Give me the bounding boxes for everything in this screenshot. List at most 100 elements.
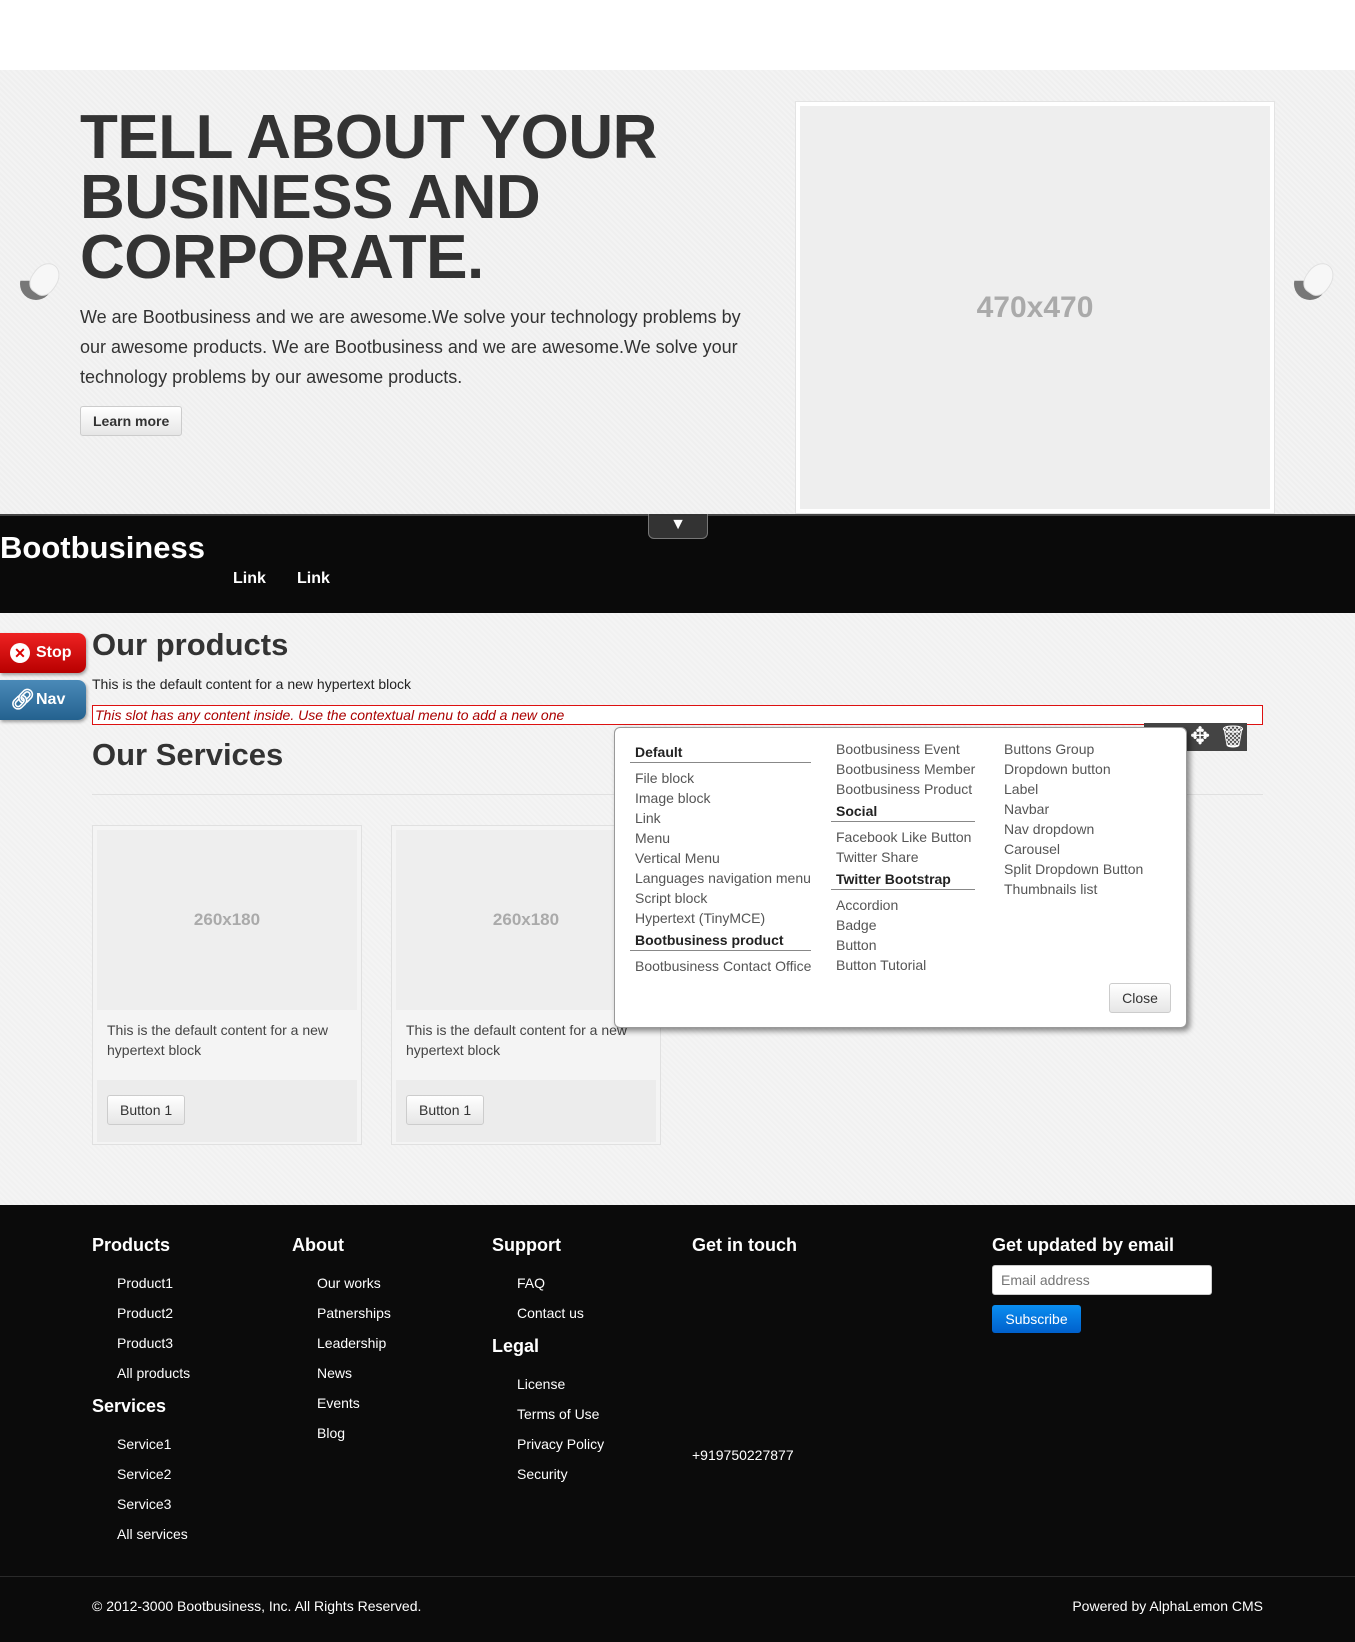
footer-link[interactable]: Service1 — [92, 1429, 190, 1459]
nav-label: Nav — [36, 691, 66, 708]
menu-item[interactable]: Twitter Share — [831, 847, 975, 867]
navbar-toggle-icon[interactable]: ▼ — [648, 514, 708, 539]
footer-heading: Services — [92, 1396, 167, 1416]
subscribe-button[interactable]: Subscribe — [992, 1305, 1081, 1333]
card-button[interactable]: Button 1 — [406, 1095, 485, 1125]
footer-link[interactable]: Product2 — [92, 1298, 190, 1328]
menu-item[interactable]: Bootbusiness Event — [831, 739, 975, 759]
footer-heading: Legal — [492, 1336, 540, 1356]
footer-link[interactable]: FAQ — [492, 1268, 604, 1298]
move-icon[interactable]: ✥ — [1187, 724, 1213, 750]
services-heading: Our Services — [92, 737, 284, 772]
nav-button[interactable]: 🔗︎ Nav — [0, 680, 86, 720]
menu-item[interactable]: Accordion — [831, 895, 975, 915]
menu-item[interactable]: Hypertext (TinyMCE) — [630, 908, 811, 928]
copyright: © 2012-3000 Bootbusiness, Inc. All Right… — [92, 1598, 422, 1614]
menu-item[interactable]: Dropdown button — [999, 759, 1143, 779]
card-footer: Button 1 — [396, 1080, 656, 1142]
contact-phone: +919750227877 — [692, 1447, 794, 1463]
learn-more-button[interactable]: Learn more — [80, 406, 183, 436]
menu-item[interactable]: Button — [831, 935, 975, 955]
menu-item[interactable]: File block — [630, 768, 811, 788]
footer-link[interactable]: Leadership — [292, 1328, 391, 1358]
footer-heading: Get in touch — [692, 1235, 797, 1255]
menu-item[interactable]: Button Tutorial — [831, 955, 975, 975]
menu-column-3: Buttons Group Dropdown button Label Navb… — [999, 739, 1143, 899]
hero-text: We are Bootbusiness and we are awesome.W… — [80, 307, 741, 387]
menu-item[interactable]: Bootbusiness Product — [831, 779, 975, 799]
close-button[interactable]: Close — [1109, 983, 1171, 1013]
menu-section-header: Twitter Bootstrap — [831, 871, 976, 890]
footer-link[interactable]: Blog — [292, 1418, 391, 1448]
hero-image-placeholder: 470x470 — [800, 106, 1270, 509]
footer-link[interactable]: Service2 — [92, 1459, 190, 1489]
footer: Products Product1 Product2 Product3 All … — [0, 1205, 1355, 1642]
card-text: This is the default content for a new hy… — [107, 1022, 329, 1058]
footer-link[interactable]: Security — [492, 1459, 604, 1489]
footer-divider — [0, 1576, 1355, 1577]
menu-section-header: Bootbusiness product — [630, 932, 812, 951]
stop-button[interactable]: ✕ Stop — [0, 633, 86, 673]
footer-link[interactable]: Contact us — [492, 1298, 604, 1328]
footer-link[interactable]: Events — [292, 1388, 391, 1418]
menu-item[interactable]: Link — [630, 808, 811, 828]
menu-item[interactable]: Label — [999, 779, 1143, 799]
menu-column-1: Default File block Image block Link Menu… — [630, 744, 812, 976]
menu-item[interactable]: Facebook Like Button — [831, 827, 975, 847]
footer-link[interactable]: Product1 — [92, 1268, 190, 1298]
menu-section-header: Social — [831, 803, 976, 822]
menu-item[interactable]: Menu — [630, 828, 811, 848]
menu-item[interactable]: Thumbnails list — [999, 879, 1143, 899]
powered-by[interactable]: Powered by AlphaLemon CMS — [1072, 1598, 1263, 1614]
trash-icon[interactable]: 🗑︎ — [1219, 724, 1247, 750]
menu-item[interactable]: Script block — [630, 888, 811, 908]
menu-item[interactable]: Nav dropdown — [999, 819, 1143, 839]
footer-products: Products Product1 Product2 Product3 All … — [92, 1235, 190, 1549]
footer-link[interactable]: License — [492, 1369, 604, 1399]
footer-link[interactable]: All services — [92, 1519, 190, 1549]
nav-link-2[interactable]: Link — [297, 570, 330, 588]
products-heading: Our products — [92, 627, 289, 662]
footer-link[interactable]: News — [292, 1358, 391, 1388]
menu-item[interactable]: Image block — [630, 788, 811, 808]
hero-image: 470x470 — [795, 101, 1275, 514]
close-circle-icon: ✕ — [10, 643, 30, 663]
menu-column-2: Bootbusiness Event Bootbusiness Member B… — [831, 739, 976, 975]
footer-link[interactable]: Privacy Policy — [492, 1429, 604, 1459]
service-card: 260x180 This is the default content for … — [92, 825, 362, 1145]
menu-item[interactable]: Bootbusiness Contact Office — [630, 956, 811, 976]
menu-item[interactable]: Bootbusiness Member — [831, 759, 975, 779]
footer-heading: Support — [492, 1235, 561, 1255]
add-block-menu: Default File block Image block Link Menu… — [614, 727, 1187, 1028]
carousel-prev-icon[interactable] — [18, 257, 66, 306]
footer-heading: About — [292, 1235, 344, 1255]
menu-item[interactable]: Badge — [831, 915, 975, 935]
nav-link-1[interactable]: Link — [233, 570, 266, 588]
menu-item[interactable]: Navbar — [999, 799, 1143, 819]
link-icon: 🔗︎ — [10, 689, 36, 711]
menu-item[interactable]: Buttons Group — [999, 739, 1143, 759]
hero-title: TELL ABOUT YOUR BUSINESS AND CORPORATE. — [80, 103, 657, 292]
footer-link[interactable]: Service3 — [92, 1489, 190, 1519]
footer-link[interactable]: Our works — [292, 1268, 391, 1298]
footer-heading: Get updated by email — [992, 1235, 1175, 1255]
footer-link[interactable]: Patnerships — [292, 1298, 391, 1328]
card-button[interactable]: Button 1 — [107, 1095, 186, 1125]
menu-item[interactable]: Split Dropdown Button — [999, 859, 1143, 879]
brand-logo[interactable]: Bootbusiness — [0, 530, 205, 566]
empty-slot-warning[interactable]: This slot has any content inside. Use th… — [92, 705, 1263, 725]
footer-link[interactable]: Product3 — [92, 1328, 190, 1358]
carousel-next-icon[interactable] — [1292, 257, 1340, 306]
menu-item[interactable]: Carousel — [999, 839, 1143, 859]
email-field[interactable] — [992, 1265, 1212, 1295]
products-text: This is the default content for a new hy… — [92, 676, 412, 692]
footer-link[interactable]: All products — [92, 1358, 190, 1388]
stop-label: Stop — [36, 644, 72, 661]
footer-link[interactable]: Terms of Use — [492, 1399, 604, 1429]
footer-heading: Products — [92, 1235, 171, 1255]
card-image-placeholder: 260x180 — [97, 830, 357, 1010]
menu-item[interactable]: Languages navigation menu — [630, 868, 811, 888]
menu-item[interactable]: Vertical Menu — [630, 848, 811, 868]
hero-carousel: TELL ABOUT YOUR BUSINESS AND CORPORATE. … — [0, 70, 1355, 514]
footer-newsletter: Get updated by email — [992, 1235, 1174, 1268]
